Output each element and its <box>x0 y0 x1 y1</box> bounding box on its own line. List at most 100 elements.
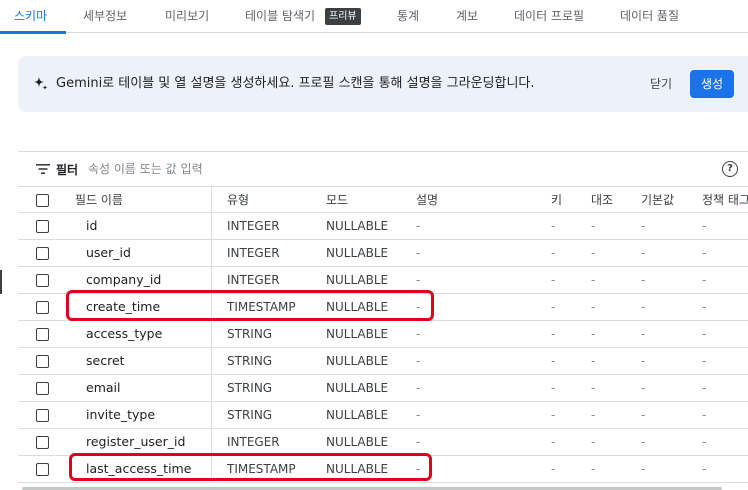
collation-cell: - <box>591 219 596 233</box>
column-divider <box>211 240 212 266</box>
tab-table-explorer[interactable]: 테이블 탐색기 <box>245 0 315 33</box>
gemini-banner: Gemini로 테이블 및 열 설명을 생성하세요. 프로필 스캔을 통해 설명… <box>18 56 748 112</box>
table-header: 필드 이름 유형 모드 설명 키 대조 기본값 정책 태그 <box>18 187 748 213</box>
row-checkbox[interactable] <box>36 409 49 422</box>
row-checkbox[interactable] <box>36 328 49 341</box>
header-field-name[interactable]: 필드 이름 <box>75 187 123 212</box>
row-checkbox[interactable] <box>36 220 49 233</box>
policy-tag-cell: - <box>702 435 707 449</box>
column-divider <box>211 402 212 428</box>
table-row[interactable]: secret STRING NULLABLE - - - - - <box>18 348 748 375</box>
close-button[interactable]: 닫기 <box>640 70 682 98</box>
mode-cell: NULLABLE <box>326 435 389 449</box>
field-name-cell[interactable]: create_time <box>86 294 160 320</box>
description-cell: - <box>416 381 421 395</box>
type-cell: INTEGER <box>227 246 280 260</box>
header-collation[interactable]: 대조 <box>591 187 613 212</box>
table-row[interactable]: email STRING NULLABLE - - - - - <box>18 375 748 402</box>
row-checkbox[interactable] <box>36 247 49 260</box>
collation-cell: - <box>591 435 596 449</box>
column-divider <box>211 429 212 455</box>
type-cell: TIMESTAMP <box>227 300 296 314</box>
tab-data-quality[interactable]: 데이터 품질 <box>620 0 679 33</box>
field-name-cell[interactable]: user_id <box>86 240 131 266</box>
description-cell: - <box>416 435 421 449</box>
collation-cell: - <box>591 408 596 422</box>
table-row[interactable]: access_type STRING NULLABLE - - - - - <box>18 321 748 348</box>
description-cell: - <box>416 354 421 368</box>
field-name-cell[interactable]: access_type <box>86 321 162 347</box>
collation-cell: - <box>591 300 596 314</box>
header-description[interactable]: 설명 <box>416 187 438 212</box>
tab-lineage[interactable]: 계보 <box>456 0 478 33</box>
row-checkbox[interactable] <box>36 463 49 476</box>
table-row[interactable]: create_time TIMESTAMP NULLABLE - - - - - <box>18 294 748 321</box>
header-type[interactable]: 유형 <box>227 187 249 212</box>
filter-icon[interactable] <box>36 163 50 175</box>
tab-details[interactable]: 세부정보 <box>83 0 127 33</box>
table-row[interactable]: id INTEGER NULLABLE - - - - - <box>18 213 748 240</box>
mode-cell: NULLABLE <box>326 327 389 341</box>
field-name-cell[interactable]: id <box>86 213 97 239</box>
field-name-cell[interactable]: email <box>86 375 120 401</box>
column-divider <box>211 456 212 482</box>
column-divider <box>211 213 212 239</box>
select-all-checkbox[interactable] <box>36 194 49 207</box>
policy-tag-cell: - <box>702 246 707 260</box>
header-default[interactable]: 기본값 <box>641 187 674 212</box>
policy-tag-cell: - <box>702 219 707 233</box>
collation-cell: - <box>591 327 596 341</box>
header-mode[interactable]: 모드 <box>326 187 348 212</box>
row-checkbox[interactable] <box>36 382 49 395</box>
table-row[interactable]: user_id INTEGER NULLABLE - - - - - <box>18 240 748 267</box>
description-cell: - <box>416 300 421 314</box>
schema-table: 필드 이름 유형 모드 설명 키 대조 기본값 정책 태그 id INTEGER N… <box>18 187 748 483</box>
row-checkbox[interactable] <box>36 436 49 449</box>
header-policy-tag[interactable]: 정책 태그 <box>702 187 748 212</box>
collation-cell: - <box>591 354 596 368</box>
description-cell: - <box>416 273 421 287</box>
field-name-cell[interactable]: company_id <box>86 267 161 293</box>
mode-cell: NULLABLE <box>326 354 389 368</box>
tab-preview[interactable]: 미리보기 <box>165 0 209 33</box>
mode-cell: NULLABLE <box>326 246 389 260</box>
field-name-cell[interactable]: last_access_time <box>86 456 191 482</box>
field-name-cell[interactable]: secret <box>86 348 125 374</box>
row-checkbox[interactable] <box>36 301 49 314</box>
tab-bar: 스키마 세부정보 미리보기 테이블 탐색기 프리뷰 통계 계보 데이터 프로필 … <box>0 0 748 34</box>
key-cell: - <box>551 300 556 314</box>
policy-tag-cell: - <box>702 408 707 422</box>
default-cell: - <box>641 354 646 368</box>
collation-cell: - <box>591 462 596 476</box>
help-icon[interactable]: ? <box>722 161 738 177</box>
table-row[interactable]: last_access_time TIMESTAMP NULLABLE - - - - - <box>18 456 748 483</box>
type-cell: STRING <box>227 354 273 368</box>
description-cell: - <box>416 246 421 260</box>
table-row[interactable]: register_user_id INTEGER NULLABLE - - - - - <box>18 429 748 456</box>
tab-schema[interactable]: 스키마 <box>14 0 47 33</box>
tab-statistics[interactable]: 통계 <box>397 0 419 33</box>
sparkle-icon <box>34 77 48 90</box>
generate-button[interactable]: 생성 <box>690 70 734 98</box>
field-name-cell[interactable]: register_user_id <box>86 429 185 455</box>
table-row[interactable]: invite_type STRING NULLABLE - - - - - <box>18 402 748 429</box>
type-cell: STRING <box>227 408 273 422</box>
row-checkbox[interactable] <box>36 355 49 368</box>
filter-input[interactable] <box>88 158 648 180</box>
field-name-cell[interactable]: invite_type <box>86 402 155 428</box>
header-key[interactable]: 키 <box>551 187 562 212</box>
mode-cell: NULLABLE <box>326 219 389 233</box>
key-cell: - <box>551 246 556 260</box>
row-checkbox[interactable] <box>36 274 49 287</box>
default-cell: - <box>641 219 646 233</box>
mode-cell: NULLABLE <box>326 408 389 422</box>
policy-tag-cell: - <box>702 327 707 341</box>
type-cell: INTEGER <box>227 273 280 287</box>
collation-cell: - <box>591 246 596 260</box>
collation-cell: - <box>591 381 596 395</box>
default-cell: - <box>641 462 646 476</box>
policy-tag-cell: - <box>702 381 707 395</box>
tab-data-profile[interactable]: 데이터 프로필 <box>514 0 584 33</box>
table-row[interactable]: company_id INTEGER NULLABLE - - - - - <box>18 267 748 294</box>
mode-cell: NULLABLE <box>326 273 389 287</box>
